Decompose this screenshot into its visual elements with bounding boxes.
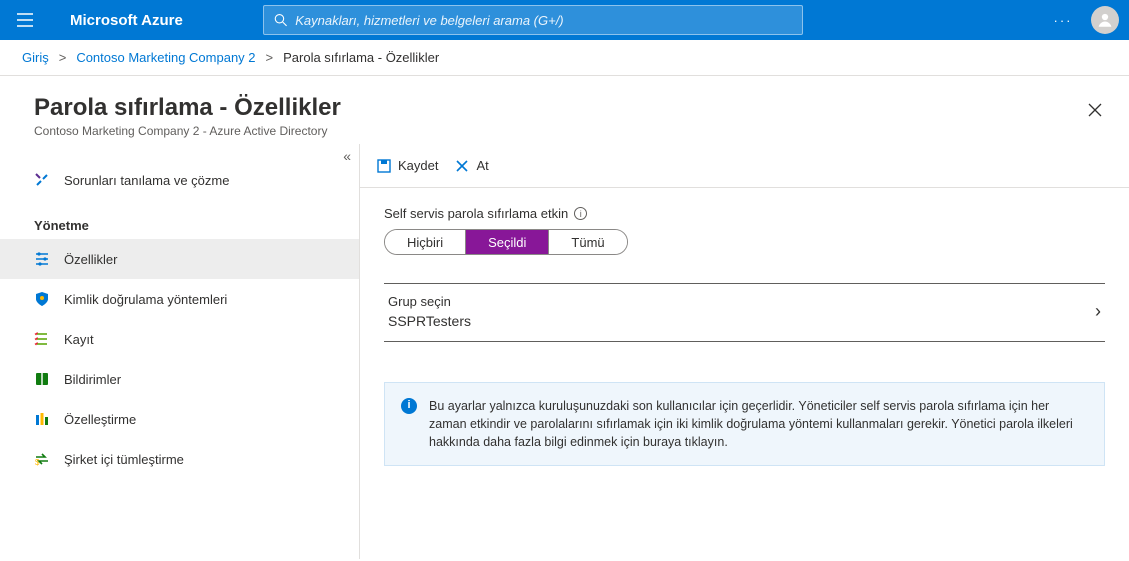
book-icon xyxy=(34,371,50,387)
hamburger-icon xyxy=(16,11,34,29)
global-search[interactable] xyxy=(263,5,803,35)
search-icon xyxy=(274,13,287,27)
close-blade-button[interactable] xyxy=(1079,94,1111,126)
breadcrumb: Giriş > Contoso Marketing Company 2 > Pa… xyxy=(0,40,1129,76)
sidebar-item-onprem[interactable]: $ Şirket içi tümleştirme xyxy=(0,439,359,479)
discard-icon xyxy=(454,158,470,174)
info-banner-text[interactable]: Bu ayarlar yalnızca kuruluşunuzdaki son … xyxy=(429,397,1088,451)
sidebar-item-label: Şirket içi tümleştirme xyxy=(64,452,184,467)
svg-text:$: $ xyxy=(35,458,40,467)
sliders-icon xyxy=(34,251,50,267)
sidebar-item-label: Kimlik doğrulama yöntemleri xyxy=(64,292,227,307)
save-icon xyxy=(376,158,392,174)
save-button[interactable]: Kaydet xyxy=(376,158,438,174)
crumb-home[interactable]: Giriş xyxy=(22,50,49,65)
sidebar: « Sorunları tanılama ve çözme Yönetme Öz… xyxy=(0,144,360,559)
page-title: Parola sıfırlama - Özellikler xyxy=(34,94,1079,122)
collapse-sidebar-button[interactable]: « xyxy=(343,148,351,164)
main-panel: Kaydet At Self servis parola sıfırlama e… xyxy=(360,144,1129,559)
chevron-right-icon: > xyxy=(266,50,274,65)
chevron-right-icon: › xyxy=(1095,301,1101,322)
save-label: Kaydet xyxy=(398,158,438,173)
info-icon[interactable]: i xyxy=(574,207,587,220)
sidebar-item-auth-methods[interactable]: Kimlik doğrulama yöntemleri xyxy=(0,279,359,319)
crumb-tenant[interactable]: Contoso Marketing Company 2 xyxy=(76,50,255,65)
command-bar: Kaydet At xyxy=(360,144,1129,188)
select-group-row[interactable]: Grup seçin SSPRTesters › xyxy=(384,283,1105,342)
sidebar-item-label: Sorunları tanılama ve çözme xyxy=(64,173,229,188)
info-banner: i Bu ayarlar yalnızca kuruluşunuzdaki so… xyxy=(384,382,1105,466)
chevron-right-icon: > xyxy=(59,50,67,65)
bars-icon xyxy=(34,411,50,427)
sspr-enabled-label: Self servis parola sıfırlama etkin i xyxy=(384,206,1105,221)
sidebar-item-label: Bildirimler xyxy=(64,372,121,387)
close-icon xyxy=(1088,103,1102,117)
shield-icon xyxy=(34,291,50,307)
title-area: Parola sıfırlama - Özellikler Contoso Ma… xyxy=(0,76,1129,144)
option-all[interactable]: Tümü xyxy=(548,230,626,254)
option-none[interactable]: Hiçbiri xyxy=(385,230,465,254)
crumb-current: Parola sıfırlama - Özellikler xyxy=(283,50,439,65)
account-avatar[interactable] xyxy=(1091,6,1119,34)
header-more-button[interactable]: ··· xyxy=(1043,13,1083,28)
sidebar-item-diagnose[interactable]: Sorunları tanılama ve çözme xyxy=(0,160,359,200)
tools-icon xyxy=(34,172,50,188)
menu-toggle[interactable] xyxy=(0,0,50,40)
info-icon: i xyxy=(401,398,417,414)
page-subtitle: Contoso Marketing Company 2 - Azure Acti… xyxy=(34,124,1079,138)
checklist-icon xyxy=(34,331,50,347)
person-icon xyxy=(1096,11,1114,29)
group-picker-value: SSPRTesters xyxy=(388,313,1095,329)
sidebar-item-label: Özellikler xyxy=(64,252,117,267)
sync-icon: $ xyxy=(34,451,50,467)
sidebar-item-notifications[interactable]: Bildirimler xyxy=(0,359,359,399)
search-input[interactable] xyxy=(295,13,792,28)
sidebar-item-properties[interactable]: Özellikler xyxy=(0,239,359,279)
discard-label: At xyxy=(476,158,488,173)
group-picker-label: Grup seçin xyxy=(388,294,1095,309)
sidebar-item-label: Özelleştirme xyxy=(64,412,136,427)
sspr-enabled-toggle: Hiçbiri Seçildi Tümü xyxy=(384,229,628,255)
top-header: Microsoft Azure ··· xyxy=(0,0,1129,40)
option-selected[interactable]: Seçildi xyxy=(465,230,548,254)
discard-button[interactable]: At xyxy=(454,158,488,174)
sidebar-group-manage: Yönetme xyxy=(0,200,359,239)
brand: Microsoft Azure xyxy=(50,12,223,29)
sidebar-item-label: Kayıt xyxy=(64,332,94,347)
sidebar-item-customization[interactable]: Özelleştirme xyxy=(0,399,359,439)
sidebar-item-registration[interactable]: Kayıt xyxy=(0,319,359,359)
